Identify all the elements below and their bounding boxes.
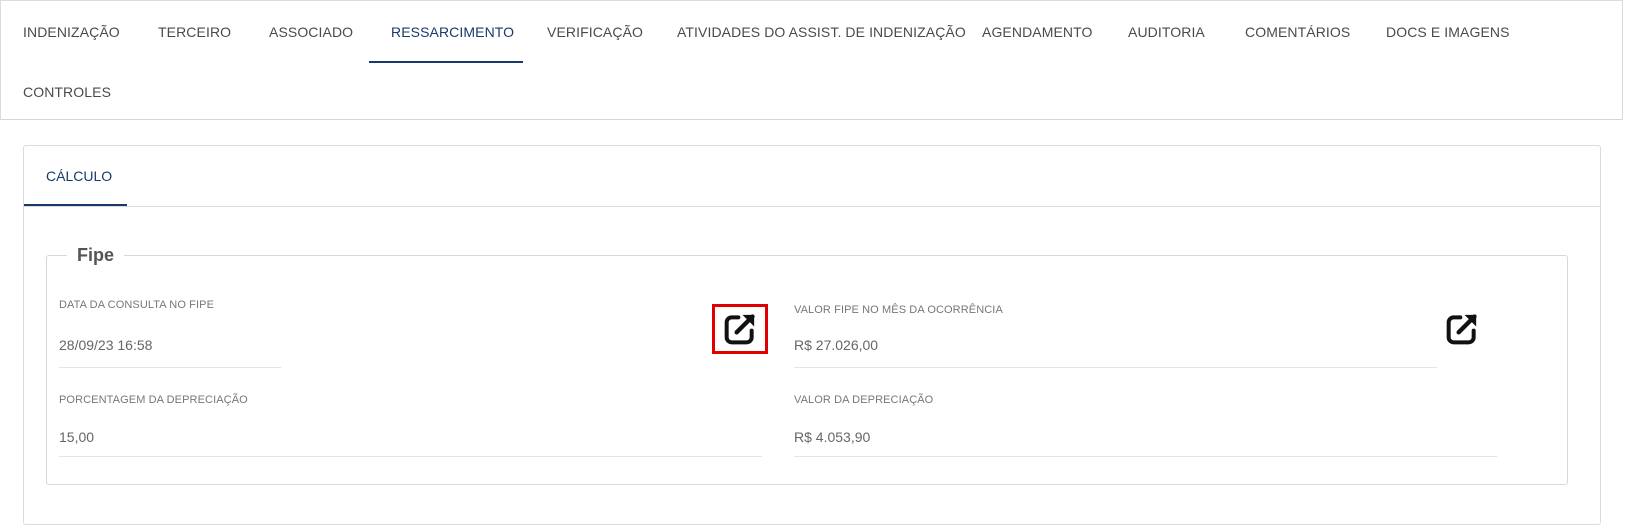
data-consulta-underline xyxy=(59,367,281,368)
active-subtab-indicator xyxy=(24,204,127,206)
tab-controles[interactable]: CONTROLES xyxy=(23,83,111,101)
porcentagem-depreciacao-underline xyxy=(59,456,762,457)
tab-atividades[interactable]: ATIVIDADES DO ASSIST. DE INDENIZAÇÃO xyxy=(677,23,966,41)
data-consulta-value: 28/09/23 16:58 xyxy=(59,337,153,353)
external-link-icon xyxy=(1446,314,1477,345)
tab-ressarcimento[interactable]: RESSARCIMENTO xyxy=(391,23,514,41)
tab-indenizacao[interactable]: INDENIZAÇÃO xyxy=(23,23,120,41)
subtab-calculo[interactable]: CÁLCULO xyxy=(46,168,112,184)
valor-depreciacao-label: VALOR DA DEPRECIAÇÃO xyxy=(794,394,934,406)
subtabs-bar: CÁLCULO xyxy=(24,146,1600,207)
valor-depreciacao-underline xyxy=(794,456,1497,457)
data-consulta-label: DATA DA CONSULTA NO FIPE xyxy=(59,299,215,311)
valor-fipe-link-button[interactable] xyxy=(1434,304,1490,354)
valor-fipe-value: R$ 27.026,00 xyxy=(794,337,879,353)
porcentagem-depreciacao-label: PORCENTAGEM DA DEPRECIAÇÃO xyxy=(59,394,248,406)
fipe-legend: Fipe xyxy=(77,245,115,265)
tab-auditoria[interactable]: AUDITORIA xyxy=(1128,23,1205,41)
tab-terceiro[interactable]: TERCEIRO xyxy=(158,23,231,41)
external-link-icon xyxy=(724,314,755,345)
tab-verificacao[interactable]: VERIFICAÇÃO xyxy=(547,23,643,41)
valor-depreciacao-value: R$ 4.053,90 xyxy=(794,429,871,445)
valor-fipe-label: VALOR FIPE NO MÊS DA OCORRÊNCIA xyxy=(794,304,1003,316)
tab-associado[interactable]: ASSOCIADO xyxy=(269,23,353,41)
valor-fipe-underline xyxy=(794,367,1437,368)
tab-docs-e-imagens[interactable]: DOCS E IMAGENS xyxy=(1386,23,1510,41)
tab-agendamento[interactable]: AGENDAMENTO xyxy=(982,23,1093,41)
active-tab-indicator xyxy=(369,61,523,63)
calculo-card: CÁLCULO Fipe DATA DA CONSULTA NO FIPE 28… xyxy=(23,145,1601,525)
tab-bar-frame: INDENIZAÇÃO TERCEIRO ASSOCIADO RESSARCIM… xyxy=(0,0,1623,120)
fipe-section: Fipe DATA DA CONSULTA NO FIPE 28/09/23 1… xyxy=(46,245,1568,485)
fipe-consulta-link-button[interactable] xyxy=(712,304,768,354)
tab-comentarios[interactable]: COMENTÁRIOS xyxy=(1245,23,1350,41)
porcentagem-depreciacao-value: 15,00 xyxy=(59,429,95,445)
